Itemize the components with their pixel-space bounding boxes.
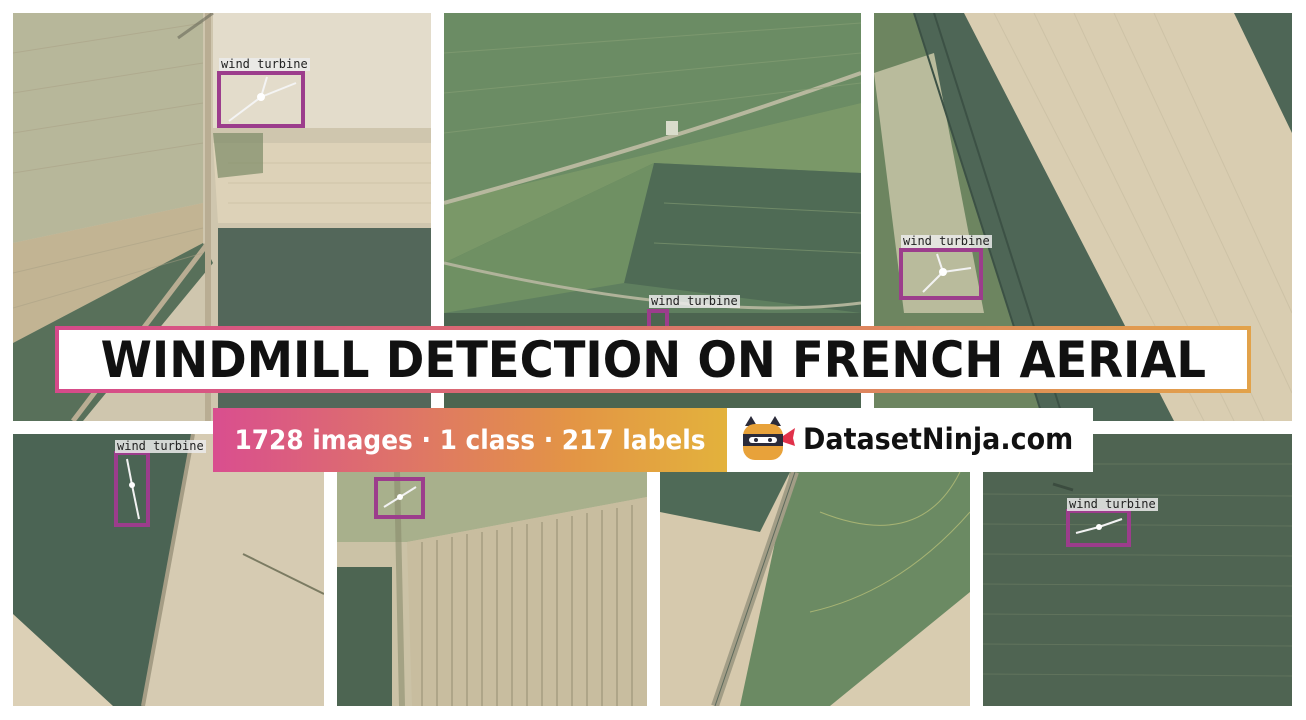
bbox-label: wind turbine bbox=[1067, 497, 1158, 511]
stats-banner: 1728 images · 1 class · 217 labels bbox=[213, 408, 727, 472]
aerial-field-graphic bbox=[983, 434, 1292, 706]
bbox-label: wind turbine bbox=[901, 234, 992, 248]
page-title: WINDMILL DETECTION ON FRENCH AERIAL bbox=[100, 330, 1206, 389]
stats-text: 1728 images · 1 class · 217 labels bbox=[234, 424, 706, 456]
ninja-cat-logo-icon bbox=[743, 416, 795, 460]
bbox-label: wind turbine bbox=[649, 294, 740, 308]
wind-turbine-icon bbox=[228, 76, 297, 122]
wind-turbine-icon bbox=[383, 486, 417, 508]
brand-link[interactable]: DatasetNinja.com bbox=[803, 422, 1073, 456]
wind-turbine-icon bbox=[126, 458, 140, 520]
title-banner: WINDMILL DETECTION ON FRENCH AERIAL bbox=[55, 326, 1251, 393]
aerial-image-tile-4: wind turbine bbox=[13, 434, 324, 706]
brand-banner[interactable]: DatasetNinja.com bbox=[727, 408, 1093, 472]
bbox-label: wind turbine bbox=[219, 57, 310, 71]
aerial-image-tile-6 bbox=[660, 472, 970, 706]
bbox-label: wind turbine bbox=[115, 439, 206, 453]
aerial-field-graphic bbox=[13, 434, 324, 706]
wind-turbine-icon bbox=[1075, 518, 1123, 534]
aerial-image-tile-7: wind turbine bbox=[983, 434, 1292, 706]
wind-turbine-icon bbox=[922, 253, 972, 293]
aerial-field-graphic bbox=[660, 472, 970, 706]
aerial-image-tile-5 bbox=[337, 472, 647, 706]
